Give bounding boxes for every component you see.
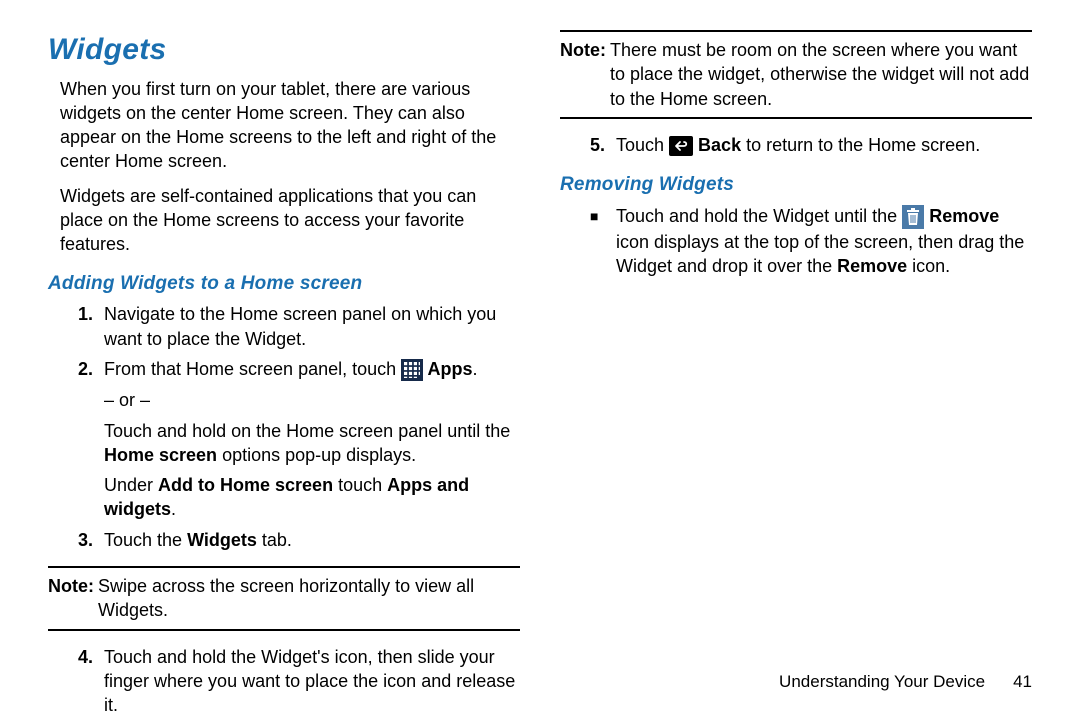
intro-paragraph-2: Widgets are self-contained applications … (60, 184, 520, 257)
step-text: From that Home screen panel, touch Apps. (104, 357, 520, 382)
left-column: Widgets When you first turn on your tabl… (48, 30, 520, 723)
or-separator: – or – (104, 388, 520, 412)
text-fragment: Touch and hold on the Home screen panel … (104, 421, 510, 441)
step-text: Touch and hold the Widget's icon, then s… (104, 645, 520, 718)
text-fragment: icon. (907, 256, 950, 276)
step-number: 4. (78, 645, 104, 718)
apps-label: Apps (423, 359, 472, 379)
step-4: 4. Touch and hold the Widget's icon, the… (78, 645, 520, 718)
widgets-tab-label: Widgets (187, 530, 257, 550)
footer-page-number: 41 (1013, 671, 1032, 694)
step-text: Touch the Widgets tab. (104, 528, 520, 552)
note-content: Note: Swipe across the screen horizontal… (48, 568, 520, 629)
remove-label: Remove (924, 206, 999, 226)
step-number: 2. (78, 357, 104, 382)
text-fragment: Under (104, 475, 158, 495)
text-fragment: . (472, 359, 477, 379)
text-fragment: icon displays at the top of the screen, … (616, 232, 1024, 276)
subheading-removing-widgets: Removing Widgets (560, 172, 1032, 198)
bullet-text: Touch and hold the Widget until the Remo… (616, 204, 1032, 278)
back-label: Back (693, 135, 741, 155)
remove-trash-icon (902, 204, 924, 229)
text-fragment: touch (333, 475, 387, 495)
note-label: Note: (560, 38, 606, 111)
step-2-alt-1: Touch and hold on the Home screen panel … (104, 419, 520, 468)
bullet-marker: ■ (590, 204, 616, 278)
apps-grid-icon (401, 357, 423, 381)
manual-page: Widgets When you first turn on your tabl… (0, 0, 1080, 720)
step-text: Navigate to the Home screen panel on whi… (104, 302, 520, 351)
removing-bullet: ■ Touch and hold the Widget until the Re… (590, 204, 1032, 278)
text-fragment: options pop-up displays. (217, 445, 416, 465)
text-fragment: tab. (257, 530, 292, 550)
step-number: 1. (78, 302, 104, 351)
step-text: Touch Back to return to the Home screen. (616, 133, 1032, 158)
step-3: 3. Touch the Widgets tab. (78, 528, 520, 552)
text-fragment: Touch the (104, 530, 187, 550)
page-footer: Understanding Your Device 41 (779, 671, 1032, 694)
note-rule-bottom (560, 117, 1032, 119)
note-swipe: Note: Swipe across the screen horizontal… (48, 566, 520, 631)
note-rule-bottom (48, 629, 520, 631)
step-1: 1. Navigate to the Home screen panel on … (78, 302, 520, 351)
text-fragment: From that Home screen panel, touch (104, 359, 401, 379)
text-fragment: to return to the Home screen. (741, 135, 980, 155)
step-2: 2. From that Home screen panel, touch Ap… (78, 357, 520, 382)
subheading-adding-widgets: Adding Widgets to a Home screen (48, 271, 520, 297)
note-room: Note: There must be room on the screen w… (560, 30, 1032, 119)
note-text: Swipe across the screen horizontally to … (98, 574, 520, 623)
note-content: Note: There must be room on the screen w… (560, 32, 1032, 117)
text-fragment: Touch and hold the Widget until the (616, 206, 902, 226)
step-2-alt-2: Under Add to Home screen touch Apps and … (104, 473, 520, 522)
home-screen-label: Home screen (104, 445, 217, 465)
two-column-layout: Widgets When you first turn on your tabl… (48, 30, 1032, 723)
intro-paragraph-1: When you first turn on your tablet, ther… (60, 77, 520, 174)
step-number: 3. (78, 528, 104, 552)
text-fragment: Touch (616, 135, 669, 155)
back-icon (669, 133, 693, 157)
step-5: 5. Touch Back to return to the Home scre… (590, 133, 1032, 158)
right-column: Note: There must be room on the screen w… (560, 30, 1032, 723)
step-number: 5. (590, 133, 616, 158)
heading-widgets: Widgets (48, 30, 520, 71)
add-to-home-label: Add to Home screen (158, 475, 333, 495)
footer-section-title: Understanding Your Device (779, 671, 985, 694)
note-text: There must be room on the screen where y… (610, 38, 1032, 111)
remove-label-2: Remove (837, 256, 907, 276)
note-label: Note: (48, 574, 94, 623)
text-fragment: . (171, 499, 176, 519)
